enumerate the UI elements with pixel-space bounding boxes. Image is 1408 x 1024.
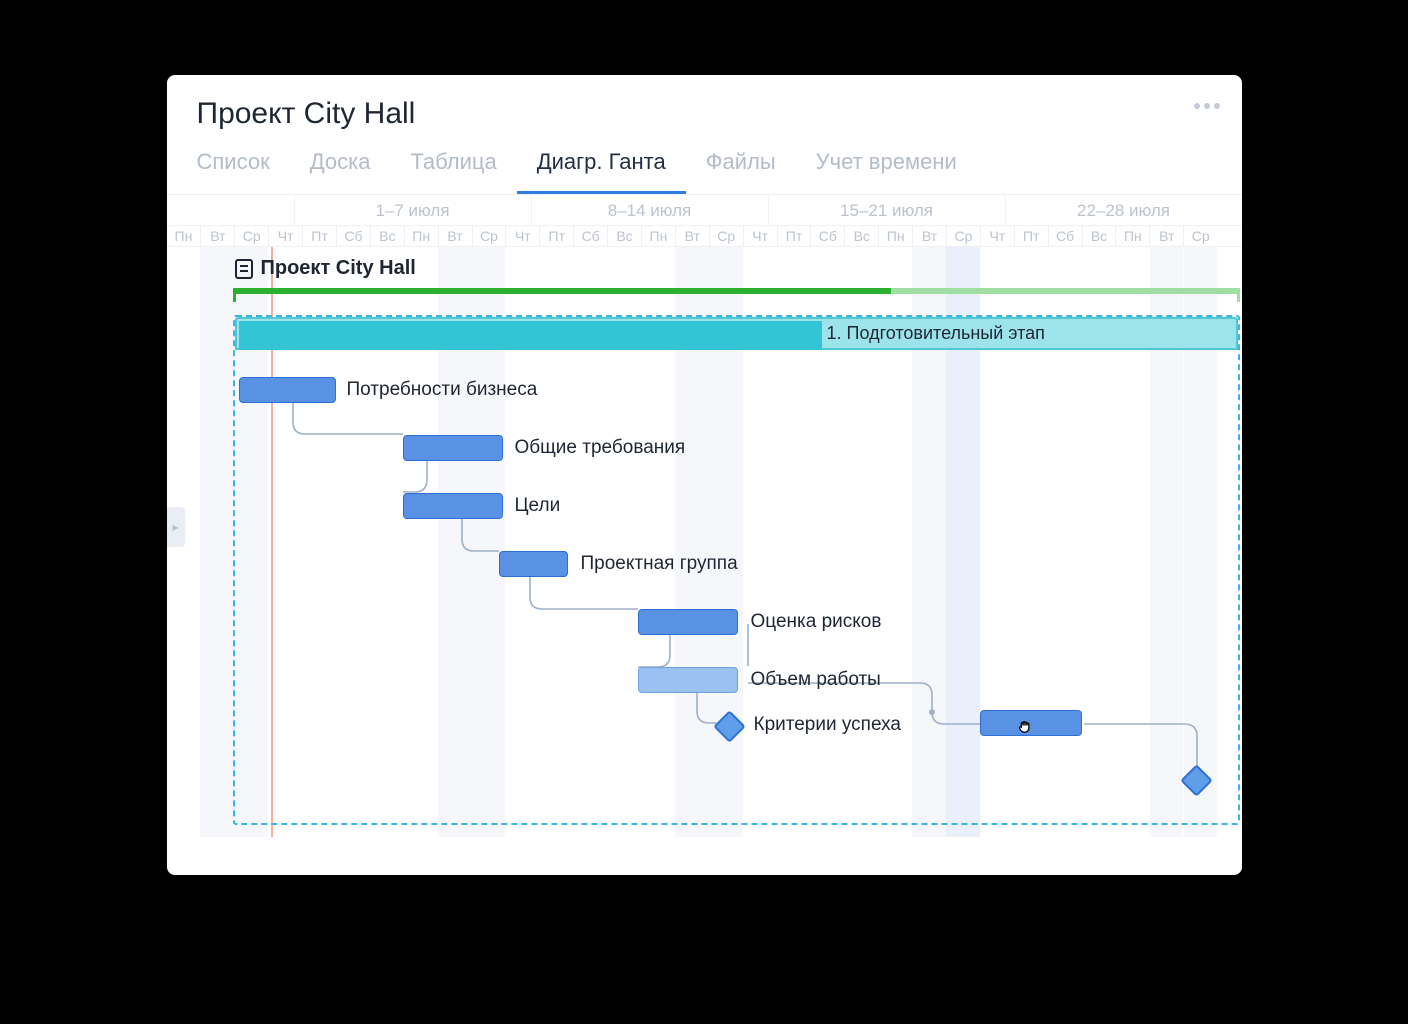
project-name: Проект City Hall xyxy=(261,257,416,280)
milestone[interactable] xyxy=(713,710,746,743)
day-cell: Вс xyxy=(370,226,404,246)
day-cell: Пт xyxy=(302,226,336,246)
week-spacer xyxy=(167,195,294,225)
day-cell: Пт xyxy=(777,226,811,246)
day-cell: Вт xyxy=(675,226,709,246)
day-cell: Ср xyxy=(234,226,268,246)
weekend-col xyxy=(200,247,234,837)
tab-board[interactable]: Доска xyxy=(290,149,391,194)
task-label: Оценка рисков xyxy=(751,609,882,635)
task-label: Общие требования xyxy=(515,435,686,461)
task-bar[interactable] xyxy=(638,609,738,635)
stage-container: 1. Подготовительный этап xyxy=(233,315,1240,825)
tab-gantt[interactable]: Диагр. Ганта xyxy=(517,149,686,194)
day-cell: Сб xyxy=(810,226,844,246)
task-bar-dragging[interactable] xyxy=(980,710,1082,736)
app-card: Проект City Hall Список Доска Таблица Ди… xyxy=(167,75,1242,875)
timeline-weeks: 1–7 июля 8–14 июля 15–21 июля 22–28 июля xyxy=(167,195,1242,226)
week-label: 15–21 июля xyxy=(768,195,1005,225)
project-progress-bar xyxy=(233,288,1240,294)
day-cell: Вс xyxy=(844,226,878,246)
day-cell: Сб xyxy=(573,226,607,246)
task-bar[interactable] xyxy=(499,551,568,577)
task-bar[interactable] xyxy=(403,435,503,461)
tab-table[interactable]: Таблица xyxy=(390,149,516,194)
header: Проект City Hall xyxy=(167,75,1242,131)
task-label: Критерии успеха xyxy=(754,712,901,738)
day-cell: Пт xyxy=(1014,226,1048,246)
tab-list[interactable]: Список xyxy=(197,149,290,194)
day-cell: Сб xyxy=(336,226,370,246)
day-cell: Чт xyxy=(268,226,302,246)
day-cell: Пн xyxy=(878,226,912,246)
day-cell: Вт xyxy=(1149,226,1183,246)
day-cell: Пн xyxy=(1115,226,1149,246)
project-summary-row[interactable]: Проект City Hall xyxy=(235,257,416,280)
day-cell: Вс xyxy=(1082,226,1116,246)
gantt-canvas[interactable]: ▸ Проект City Hall 1. Подготовительный э… xyxy=(167,247,1242,837)
day-cell: Пн xyxy=(641,226,675,246)
more-menu-button[interactable] xyxy=(1194,103,1220,109)
task-label: Объем работы xyxy=(751,667,881,693)
day-cell: Чт xyxy=(743,226,777,246)
week-label: 1–7 июля xyxy=(294,195,531,225)
day-cell: Пн xyxy=(167,226,201,246)
day-cell: Пн xyxy=(404,226,438,246)
tab-timesheet[interactable]: Учет времени xyxy=(796,149,977,194)
task-bar[interactable] xyxy=(638,667,738,693)
task-label: Проектная группа xyxy=(581,551,738,577)
day-cell: Ср xyxy=(1183,226,1217,246)
task-bar[interactable] xyxy=(403,493,503,519)
day-cell: Пт xyxy=(539,226,573,246)
timeline-days: ПнВтСрЧтПтСбВсПнВтСрЧтПтСбВсПнВтСрЧтПтСб… xyxy=(167,226,1242,247)
task-bar[interactable] xyxy=(239,377,336,403)
week-label: 22–28 июля xyxy=(1005,195,1242,225)
stage-label: 1. Подготовительный этап xyxy=(827,323,1045,344)
day-cell: Вт xyxy=(200,226,234,246)
clipboard-icon xyxy=(235,259,253,279)
stage-progress-fill xyxy=(239,321,822,350)
task-label: Потребности бизнеса xyxy=(347,377,538,403)
day-cell: Ср xyxy=(946,226,980,246)
page-title: Проект City Hall xyxy=(197,97,1212,131)
day-cell: Вт xyxy=(912,226,946,246)
task-label: Цели xyxy=(515,493,561,519)
tab-files[interactable]: Файлы xyxy=(686,149,796,194)
milestone[interactable] xyxy=(1180,764,1213,797)
day-cell: Вт xyxy=(438,226,472,246)
sidebar-expand-handle[interactable]: ▸ xyxy=(167,507,185,547)
day-cell: Ср xyxy=(709,226,743,246)
day-cell: Чт xyxy=(980,226,1014,246)
day-cell: Сб xyxy=(1048,226,1082,246)
day-cell: Чт xyxy=(505,226,539,246)
stage-header-bar[interactable]: 1. Подготовительный этап xyxy=(235,317,1238,350)
day-cell: Ср xyxy=(472,226,506,246)
week-label: 8–14 июля xyxy=(531,195,768,225)
day-cell: Вс xyxy=(607,226,641,246)
view-tabs: Список Доска Таблица Диагр. Ганта Файлы … xyxy=(167,131,1242,195)
